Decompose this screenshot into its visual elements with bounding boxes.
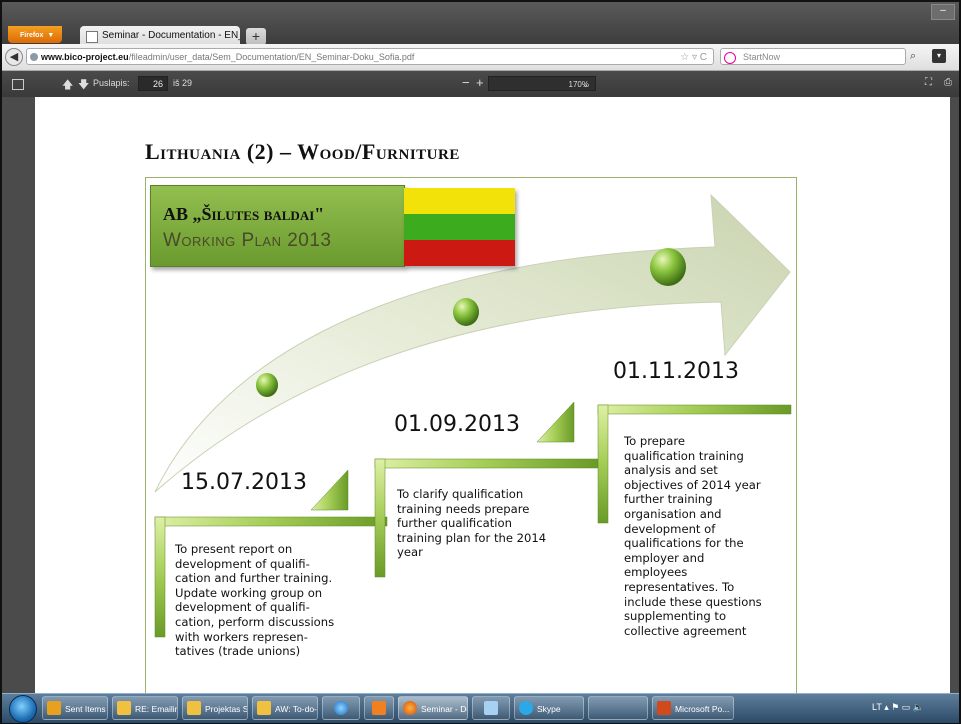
taskbar-item-projektas[interactable]: Projektas Soc...: [182, 696, 248, 720]
taskbar-item-skype[interactable]: Skype: [514, 696, 584, 720]
search-placeholder: StartNow: [743, 52, 781, 62]
page-label: Puslapis:: [93, 78, 130, 88]
email-icon: [187, 701, 201, 715]
flag-stripe-red: [404, 240, 515, 266]
url-domain: www.bico-project.eu: [41, 52, 129, 62]
site-identity-icon[interactable]: [30, 53, 38, 61]
app-icon: [372, 701, 386, 715]
chevron-down-icon: ▼: [47, 32, 55, 39]
page-count: iš 29: [173, 78, 193, 88]
page-number-input[interactable]: 26: [138, 76, 168, 91]
timeline-marker-2: [453, 298, 479, 326]
search-icon[interactable]: ⌕: [910, 50, 916, 63]
company-name: AB „Šilutes baldai": [163, 204, 325, 224]
firefox-menu-button[interactable]: Firefox ▼: [8, 26, 63, 43]
search-input[interactable]: StartNow: [720, 48, 906, 65]
taskbar-item-aw-todo[interactable]: AW: To-do-lis...: [252, 696, 318, 720]
email-icon: [257, 701, 271, 715]
milestone-2-description: To clarify qualification training needs p…: [397, 487, 547, 560]
milestone-3-description: To prepare qualification training analysis…: [624, 434, 762, 638]
taskbar-item-re-emailing[interactable]: RE: Emailing: ...: [112, 696, 178, 720]
working-plan-label: Working Plan 2013: [163, 230, 332, 251]
taskbar-item-app[interactable]: [364, 696, 394, 720]
pdf-viewer[interactable]: Lithuania (2) – Wood/Furniture AB „Šilut…: [2, 97, 959, 693]
sidebar-toggle-icon[interactable]: [12, 79, 24, 90]
search-engine-icon[interactable]: [724, 52, 736, 64]
page-favicon-icon: [86, 31, 98, 43]
page-menu-icon[interactable]: ▾: [932, 49, 946, 63]
tab-title: Seminar - Documentation - EN_Seminar...: [102, 30, 240, 41]
taskbar-item-seminar-doc[interactable]: Seminar - Doc...: [398, 696, 468, 720]
firefox-icon: [403, 701, 417, 715]
back-arrow-icon[interactable]: ◀: [5, 48, 23, 66]
company-label-box: AB „Šilutes baldai" Working Plan 2013: [150, 185, 405, 267]
next-page-icon[interactable]: 🡇: [78, 76, 89, 95]
tab-seminar-documentation[interactable]: Seminar - Documentation - EN_Seminar...: [80, 26, 240, 46]
windows-taskbar: Sent Items - ... RE: Emailing: ... Proje…: [2, 693, 959, 723]
taskbar-item-sent-items[interactable]: Sent Items - ...: [42, 696, 108, 720]
timeline-marker-1: [256, 373, 278, 397]
internet-explorer-icon: [334, 701, 348, 715]
milestone-3-date: 01.11.2013: [613, 359, 739, 384]
milestone-1-date: 15.07.2013: [181, 470, 307, 495]
url-bar[interactable]: www.bico-project.eu/fileadmin/user_data/…: [26, 48, 714, 65]
pdf-page: Lithuania (2) – Wood/Furniture AB „Šilut…: [35, 97, 950, 693]
flag-stripe-yellow: [404, 188, 515, 214]
print-icon[interactable]: ⎙: [944, 77, 952, 88]
taskbar-item-internet-explorer[interactable]: [322, 696, 360, 720]
bookmark-reload-icons[interactable]: ☆ ▿ C: [680, 49, 707, 64]
email-icon: [117, 701, 131, 715]
zoom-out-button[interactable]: −: [462, 75, 470, 90]
chevron-down-icon: ⌄: [582, 80, 589, 89]
taskbar-item-notepad[interactable]: [472, 696, 510, 720]
taskbar-item-blank[interactable]: [588, 696, 648, 720]
new-tab-button[interactable]: +: [246, 28, 266, 45]
url-path: /fileadmin/user_data/Sem_Documentation/E…: [128, 52, 415, 62]
system-tray[interactable]: LT ▴ ⚑ ▭ 🔈: [872, 702, 924, 713]
start-button[interactable]: [9, 695, 37, 723]
zoom-in-button[interactable]: +: [476, 75, 484, 90]
milestone-1-description: To present report on development of quali…: [175, 542, 335, 659]
fullscreen-icon[interactable]: ⛶: [925, 77, 932, 88]
lithuania-flag: [404, 188, 515, 266]
outlook-icon: [47, 701, 61, 715]
zoom-select[interactable]: 170% ⌄: [488, 76, 596, 91]
milestone-2-date: 01.09.2013: [394, 412, 520, 437]
timeline-marker-3: [650, 248, 686, 286]
pdf-toolbar: 🡅 🡇 Puslapis: 26 iš 29 − + 170% ⌄ ⛶ ⎙: [2, 71, 959, 97]
browser-tab-bar: Firefox▼ Seminar - Documentation - EN_Se…: [2, 2, 959, 46]
notepad-icon: [484, 701, 498, 715]
skype-icon: [519, 701, 533, 715]
flag-stripe-green: [404, 214, 515, 240]
language-indicator[interactable]: LT: [872, 702, 882, 712]
powerpoint-icon: [657, 701, 671, 715]
navigation-bar: ◀ www.bico-project.eu/fileadmin/user_dat…: [2, 44, 959, 71]
taskbar-item-microsoft-po[interactable]: Microsoft Po...: [652, 696, 734, 720]
previous-page-icon[interactable]: 🡅: [62, 76, 73, 95]
minimize-window-button[interactable]: –: [931, 4, 955, 20]
